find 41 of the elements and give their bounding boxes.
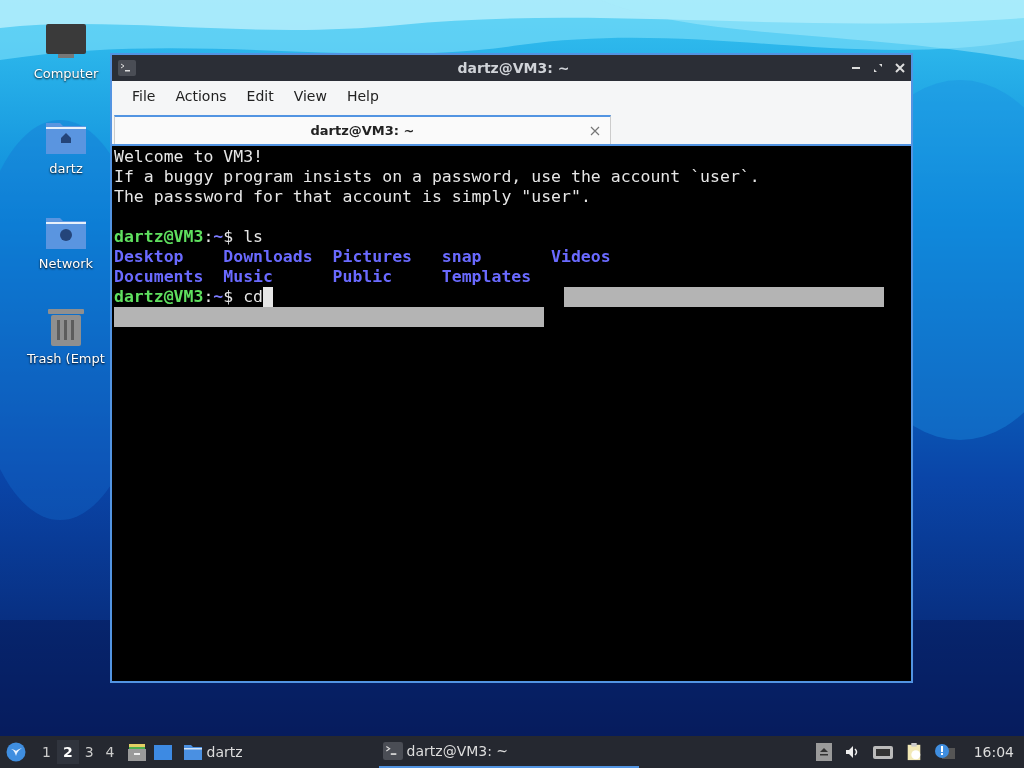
terminal-icon bbox=[382, 742, 403, 760]
terminal-text: If a buggy program insists on a password, use the account `user`. bbox=[114, 167, 761, 187]
directory-name: Public bbox=[332, 267, 393, 287]
menu-item[interactable]: Actions bbox=[165, 88, 237, 104]
workspace-button[interactable]: 3 bbox=[78, 740, 100, 764]
network-port-icon[interactable] bbox=[871, 743, 894, 761]
directory-name: Desktop bbox=[114, 247, 184, 267]
directory-name: Videos bbox=[551, 247, 611, 267]
menu-item[interactable]: Help bbox=[336, 88, 389, 104]
eject-icon[interactable] bbox=[815, 743, 832, 761]
directory-name: snap bbox=[441, 247, 482, 267]
tab[interactable]: dartz@VM3: ~ bbox=[114, 115, 611, 144]
directory-name: Pictures bbox=[332, 247, 412, 267]
terminal-icon bbox=[118, 60, 136, 76]
clock[interactable]: 16:04 bbox=[973, 744, 1014, 760]
desktop-icon-label[interactable]: Trash (Empt bbox=[27, 351, 105, 366]
shell-prompt: dartz@VM3:~$ cd bbox=[114, 287, 264, 307]
shell-prompt: dartz@VM3:~$ ls bbox=[114, 227, 264, 247]
drawer-icon[interactable] bbox=[126, 742, 147, 762]
notification-icon[interactable] bbox=[933, 743, 956, 761]
desktop-icon-label[interactable]: Network bbox=[38, 256, 94, 271]
terminal-text: The passsword for that account is simply "user". bbox=[114, 187, 592, 207]
window-icon[interactable] bbox=[152, 742, 173, 762]
taskbar-button[interactable]: dartz@VM3: ~ bbox=[378, 736, 639, 768]
desktop-icon-label[interactable]: dartz bbox=[49, 161, 83, 176]
workspace-button[interactable]: 4 bbox=[99, 740, 121, 764]
menu-item[interactable]: Edit bbox=[236, 88, 284, 104]
terminal-text: Welcome to VM3! bbox=[114, 147, 264, 167]
workspace-button[interactable]: 1 bbox=[36, 740, 57, 764]
window-title: dartz@VM3: ~ bbox=[456, 60, 571, 76]
taskbar-button[interactable]: dartz bbox=[178, 736, 247, 768]
directory-name: Music bbox=[223, 267, 273, 287]
menu-item[interactable]: File bbox=[122, 88, 166, 104]
folder-icon bbox=[182, 743, 203, 761]
menu-item[interactable]: View bbox=[283, 88, 337, 104]
clipboard-icon[interactable] bbox=[905, 743, 922, 761]
directory-name: Documents bbox=[114, 267, 204, 287]
workspace-button[interactable]: 2 bbox=[56, 740, 79, 764]
directory-name: Templates bbox=[441, 267, 532, 287]
maximize-icon[interactable] bbox=[873, 63, 883, 73]
directory-name: Downloads bbox=[223, 247, 313, 267]
